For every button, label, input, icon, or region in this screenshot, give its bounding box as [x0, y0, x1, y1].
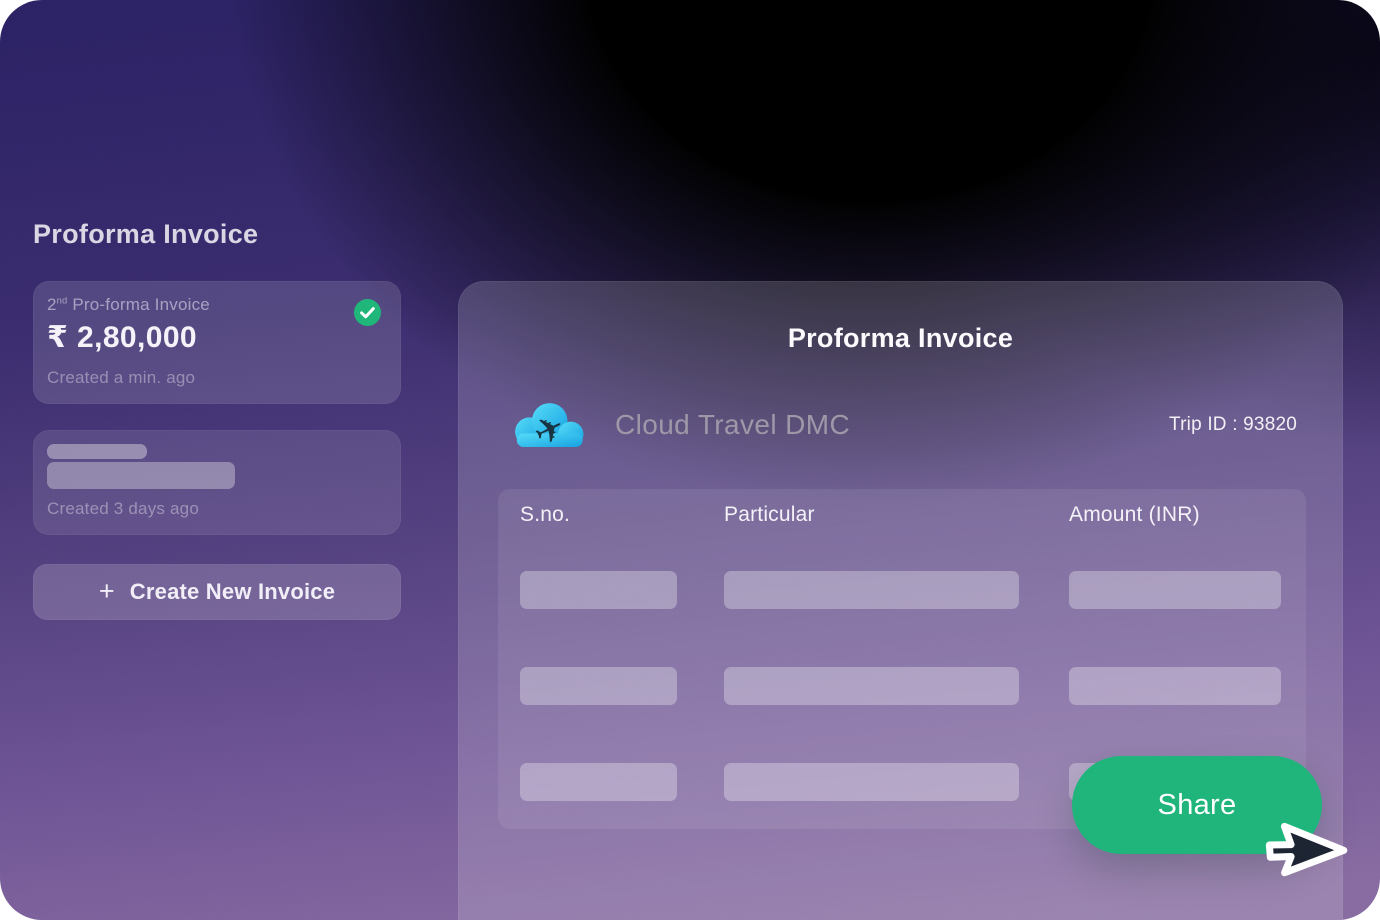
invoice-amount: ₹ 2,80,000 — [47, 320, 197, 355]
invoice-created-timestamp: Created 3 days ago — [47, 499, 199, 519]
share-button-label: Share — [1158, 789, 1237, 822]
invoice-ordinal-suffix: nd — [57, 295, 68, 305]
trip-id-label: Trip ID : 93820 — [1169, 414, 1297, 436]
column-header-particular: Particular — [724, 503, 815, 527]
company-name: Cloud Travel DMC — [615, 409, 850, 441]
app-screen: Proforma Invoice 2nd Pro-forma Invoice ₹… — [0, 0, 1380, 920]
invoice-card-label: 2nd Pro-forma Invoice — [47, 295, 210, 315]
brand-row: ✈ Cloud Travel DMC Trip ID : 93820 — [505, 398, 1297, 452]
column-header-sno: S.no. — [520, 503, 570, 527]
invoice-label-text: Pro-forma Invoice — [67, 295, 209, 314]
invoice-card-placeholder[interactable]: Created 3 days ago — [33, 430, 401, 535]
skeleton-bar — [1069, 667, 1281, 705]
skeleton-bar — [520, 571, 677, 609]
plus-icon: + — [99, 578, 115, 605]
skeleton-bar — [724, 571, 1019, 609]
invoice-created-timestamp: Created a min. ago — [47, 368, 195, 388]
table-row — [498, 571, 1306, 609]
invoice-ordinal-number: 2 — [47, 295, 57, 314]
skeleton-bar — [1069, 571, 1281, 609]
skeleton-bar — [724, 667, 1019, 705]
share-button[interactable]: Share — [1072, 756, 1322, 854]
create-new-invoice-button[interactable]: + Create New Invoice — [33, 564, 401, 620]
cloud-plane-logo: ✈ — [505, 398, 591, 452]
skeleton-bar — [724, 763, 1019, 801]
check-icon — [354, 299, 381, 326]
skeleton-bar — [47, 444, 147, 459]
invoice-panel-title: Proforma Invoice — [459, 323, 1342, 354]
invoice-card-selected[interactable]: 2nd Pro-forma Invoice ₹ 2,80,000 Created… — [33, 281, 401, 404]
skeleton-bar — [520, 667, 677, 705]
skeleton-bar — [47, 462, 235, 489]
skeleton-bar — [520, 763, 677, 801]
column-header-amount: Amount (INR) — [1069, 503, 1200, 527]
create-new-invoice-label: Create New Invoice — [130, 579, 335, 605]
page-title: Proforma Invoice — [33, 219, 258, 250]
table-row — [498, 667, 1306, 705]
